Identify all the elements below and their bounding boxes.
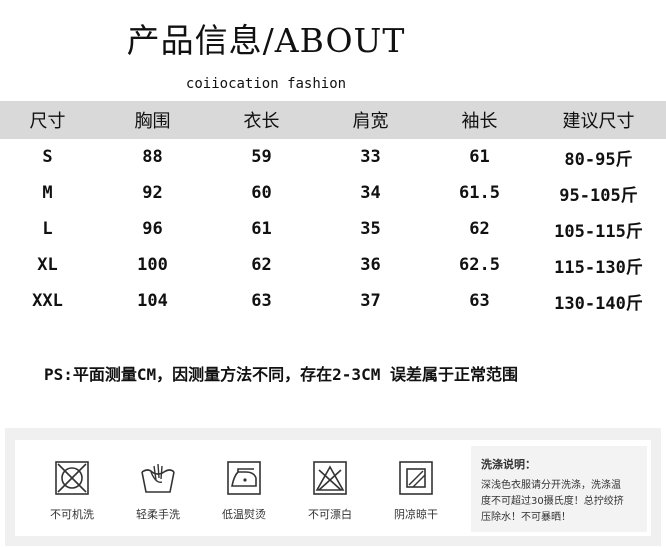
no-bleach-icon bbox=[313, 461, 347, 495]
table-row: L 96 61 35 62 105-115斤 bbox=[0, 211, 666, 247]
table-cell: 100 bbox=[137, 255, 168, 275]
table-cell: XXL bbox=[32, 291, 63, 311]
shade-dry-icon bbox=[399, 461, 433, 495]
table-cell: 33 bbox=[360, 147, 381, 167]
care-item-no-bleach: 不可漂白 bbox=[295, 458, 365, 522]
care-panel-inner: 不可机洗 轻柔手洗 低温熨烫 不可漂白 阴凉晾干 洗涤说明： 深浅色衣服请分开洗… bbox=[15, 440, 651, 536]
size-table: 尺寸 胸围 衣长 肩宽 袖长 建议尺寸 S 88 59 33 61 80-95斤… bbox=[0, 101, 666, 319]
header-chest: 胸围 bbox=[134, 111, 171, 132]
table-row: M 92 60 34 61.5 95-105斤 bbox=[0, 175, 666, 211]
table-cell: 61 bbox=[251, 219, 272, 239]
care-label: 不可漂白 bbox=[308, 508, 352, 521]
care-label: 阴凉晾干 bbox=[394, 508, 438, 521]
table-cell: 130-140斤 bbox=[554, 293, 643, 314]
header-shoulder: 肩宽 bbox=[352, 111, 389, 132]
header-size: 尺寸 bbox=[29, 111, 66, 132]
care-panel: 不可机洗 轻柔手洗 低温熨烫 不可漂白 阴凉晾干 洗涤说明： 深浅色衣服请分开洗… bbox=[5, 428, 661, 546]
care-item-hand-wash: 轻柔手洗 bbox=[123, 458, 193, 522]
care-label: 轻柔手洗 bbox=[136, 508, 180, 521]
care-item-shade-dry: 阴凉晾干 bbox=[381, 458, 451, 522]
table-row: XL 100 62 36 62.5 115-130斤 bbox=[0, 247, 666, 283]
table-cell: 95-105斤 bbox=[559, 185, 638, 206]
wash-line: 度不可超过30摄氏度！总拧绞挤 bbox=[481, 496, 624, 507]
measurement-note: PS:平面测量CM，因测量方法不同，存在2-3CM 误差属于正常范围 bbox=[44, 365, 518, 384]
table-cell: 59 bbox=[251, 147, 272, 167]
low-iron-icon bbox=[227, 461, 261, 495]
table-row: XXL 104 63 37 63 130-140斤 bbox=[0, 283, 666, 319]
brand-name: coiiocation fashion bbox=[185, 76, 347, 92]
table-cell: 61.5 bbox=[459, 183, 500, 203]
care-item-no-machine-wash: 不可机洗 bbox=[37, 458, 107, 522]
table-cell: 60 bbox=[251, 183, 272, 203]
table-cell: 62 bbox=[251, 255, 272, 275]
table-cell: M bbox=[42, 183, 53, 203]
table-cell: 105-115斤 bbox=[554, 221, 643, 242]
wash-title: 洗涤说明： bbox=[481, 458, 536, 471]
table-cell: 92 bbox=[142, 183, 163, 203]
wash-line: 压除水！不可暴晒！ bbox=[481, 512, 571, 523]
table-cell: 36 bbox=[360, 255, 381, 275]
care-item-low-iron: 低温熨烫 bbox=[209, 458, 279, 522]
table-cell: 104 bbox=[137, 291, 168, 311]
table-cell: 63 bbox=[251, 291, 272, 311]
table-cell: 62.5 bbox=[459, 255, 500, 275]
table-cell: 115-130斤 bbox=[554, 257, 643, 278]
care-label: 不可机洗 bbox=[50, 508, 94, 521]
table-cell: 88 bbox=[142, 147, 163, 167]
table-cell: 96 bbox=[142, 219, 163, 239]
table-cell: 34 bbox=[360, 183, 381, 203]
page-title: 产品信息/ABOUT bbox=[126, 21, 406, 60]
table-cell: 62 bbox=[469, 219, 490, 239]
header-recommended: 建议尺寸 bbox=[562, 111, 635, 132]
care-label: 低温熨烫 bbox=[222, 508, 266, 521]
table-cell: 37 bbox=[360, 291, 381, 311]
header-length: 衣长 bbox=[243, 111, 280, 132]
table-cell: 61 bbox=[469, 147, 490, 167]
table-row: S 88 59 33 61 80-95斤 bbox=[0, 139, 666, 175]
table-header: 尺寸 胸围 衣长 肩宽 袖长 建议尺寸 bbox=[0, 101, 666, 139]
hand-wash-icon bbox=[141, 463, 175, 493]
header-sleeve: 袖长 bbox=[461, 111, 498, 132]
no-machine-wash-icon bbox=[55, 461, 89, 495]
table-cell: S bbox=[42, 147, 53, 167]
table-cell: 63 bbox=[469, 291, 490, 311]
table-cell: 35 bbox=[360, 219, 381, 239]
table-cell: 80-95斤 bbox=[564, 149, 633, 170]
table-cell: XL bbox=[37, 255, 58, 275]
wash-instructions: 洗涤说明： 深浅色衣服请分开洗涤，洗涤温 度不可超过30摄氏度！总拧绞挤 压除水… bbox=[471, 446, 647, 532]
table-cell: L bbox=[42, 219, 53, 239]
wash-line: 深浅色衣服请分开洗涤，洗涤温 bbox=[481, 480, 621, 491]
